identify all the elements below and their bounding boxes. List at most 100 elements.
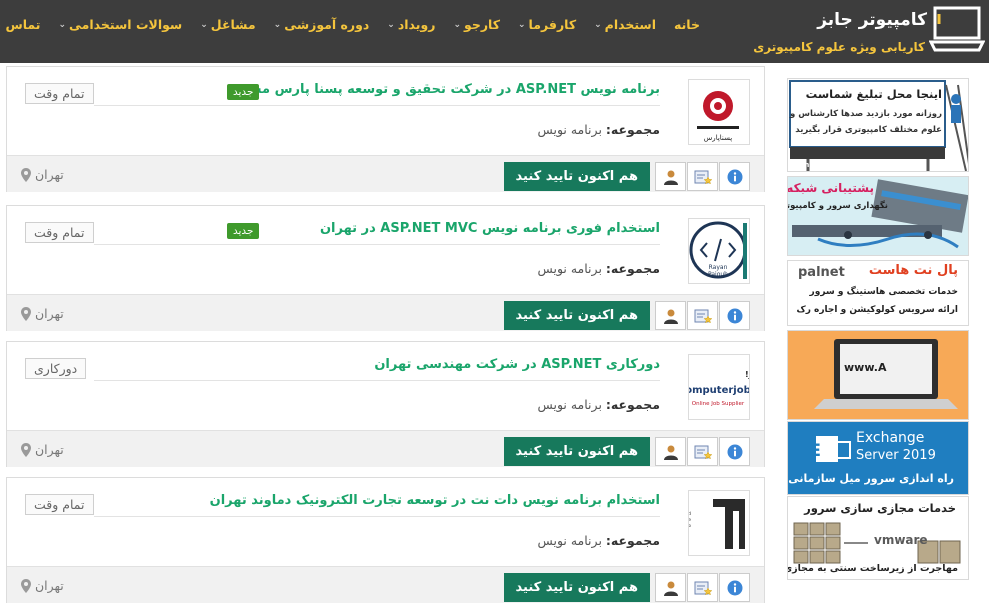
job-card: کامپیوتر جابز! computerjobs Online Job Sup… xyxy=(7,341,766,467)
job-type-tag: تمام وقت xyxy=(26,494,95,515)
title-divider xyxy=(95,105,661,106)
save-job-button[interactable] xyxy=(688,301,719,330)
site-logo[interactable]: کامپیوتر جابز کاریابی ویژه علوم کامپیوتر… xyxy=(754,4,990,60)
chevron-down-icon: ⌄ xyxy=(595,19,603,30)
category-value: برنامه نویس xyxy=(538,122,603,137)
chevron-down-icon: ⌄ xyxy=(274,19,283,30)
ad-banner-palnet-host[interactable]: palnet پال نت هاست خدمات تخصصی هاستینگ و… xyxy=(788,260,970,326)
user-icon xyxy=(664,309,679,324)
job-type-tag: تمام وقت xyxy=(26,83,95,104)
job-type-tag: تمام وقت xyxy=(26,222,95,243)
job-card-body: DamavandE-commerceDevelopment Co استخدام … xyxy=(8,478,765,566)
title-divider xyxy=(95,380,661,381)
nav-item[interactable]: دوره آموزشی ⌄ xyxy=(266,17,380,32)
apply-now-button[interactable]: هم اکنون تایید کنید xyxy=(504,573,651,602)
job-info-button[interactable] xyxy=(720,162,751,191)
ad6-caption: مهاجرت از زیرساخت سنتی به مجازی xyxy=(788,563,959,574)
ad2-subtitle: نگهداری سرور و کامپیوتر xyxy=(788,201,889,211)
ad-banner-website[interactable]: www.A xyxy=(788,330,970,420)
notepad-star-icon xyxy=(695,170,713,184)
svg-text:Rayan: Rayan xyxy=(710,264,729,271)
job-info-button[interactable] xyxy=(720,301,751,330)
apply-now-button[interactable]: هم اکنون تایید کنید xyxy=(504,437,651,466)
location-value: تهران xyxy=(36,306,65,321)
ad3-line1: خدمات تخصصی هاستینگ و سرور xyxy=(810,287,959,297)
employer-profile-button[interactable] xyxy=(656,437,687,466)
job-location: تهران xyxy=(22,306,65,321)
save-job-button[interactable] xyxy=(688,162,719,191)
ad-banner-advertise-here[interactable]: اینجا محل تبلیغ شماست روزانه مورد بازدید… xyxy=(788,78,970,172)
ad-banner-exchange-server[interactable]: E Exchange Server 2019 راه اندازی سرور م… xyxy=(788,421,970,495)
apply-now-button[interactable]: هم اکنون تایید کنید xyxy=(504,301,651,330)
job-card-actions: تهران هم اکنون تایید کنید xyxy=(8,155,765,192)
ad1-title: اینجا محل تبلیغ شماست xyxy=(806,87,943,101)
svg-text:Development Co: Development Co xyxy=(689,523,693,528)
title-divider xyxy=(95,516,661,517)
ad5-line1: Exchange xyxy=(857,430,926,446)
nav-item-label: سوالات استخدامی xyxy=(70,17,184,32)
user-icon xyxy=(664,445,679,460)
nav-item[interactable]: خانه xyxy=(666,17,710,32)
job-title-link[interactable]: استخدام فوری برنامه نویس ASP.NET MVC در … xyxy=(321,221,661,236)
ad2-title: پشتیبانی شبکه xyxy=(788,181,875,195)
laptop-icon xyxy=(815,339,959,409)
job-title-link[interactable]: برنامه نویس ASP.NET در شرکت تحقیق و توسع… xyxy=(234,82,661,97)
apply-now-button[interactable]: هم اکنون تایید کنید xyxy=(504,162,651,191)
ad6-brand: vmware xyxy=(875,533,929,547)
ad5-caption: راه اندازی سرور میل سازمانی xyxy=(789,472,955,485)
nav-item[interactable]: مشاغل ⌄ xyxy=(192,17,265,32)
chevron-down-icon: ⌄ xyxy=(519,19,527,30)
job-card: پسناپارس برنامه نویس ASP.NET در شرکت تحقی… xyxy=(7,66,766,192)
category-value: برنامه نویس xyxy=(538,261,603,276)
nav-item[interactable]: کارفرما ⌄ xyxy=(510,17,586,32)
nav-item[interactable]: تماس با ما⌄ xyxy=(0,17,50,32)
nav-item[interactable]: رویداد ⌄ xyxy=(379,17,445,32)
job-title-link[interactable]: دورکاری ASP.NET در شرکت مهندسی تهران xyxy=(375,357,661,372)
job-info-button[interactable] xyxy=(720,573,751,602)
category-label: مجموعه: xyxy=(606,533,661,548)
employer-profile-button[interactable] xyxy=(656,162,687,191)
job-card-body: Rayan Pajouh استخدام فوری برنامه نویس ASP.… xyxy=(8,206,765,294)
job-title-link[interactable]: استخدام برنامه نویس دات نت در توسعه تجار… xyxy=(211,493,661,508)
svg-text:computerjobs: computerjobs xyxy=(689,385,750,396)
chevron-down-icon: ⌄ xyxy=(201,19,209,30)
company-logo[interactable]: پسناپارس xyxy=(689,79,751,145)
job-location: تهران xyxy=(22,167,65,182)
job-card-body: کامپیوتر جابز! computerjobs Online Job Sup… xyxy=(8,342,765,430)
ad1-line2: علوم مختلف کامپیوتری قرار بگیرید xyxy=(796,125,943,135)
info-icon xyxy=(728,169,743,184)
nav-item[interactable]: استخدام ⌄ xyxy=(586,17,666,32)
category-label: مجموعه: xyxy=(606,261,661,276)
location-value: تهران xyxy=(36,442,65,457)
location-value: تهران xyxy=(36,167,65,182)
employer-profile-button[interactable] xyxy=(656,301,687,330)
job-location: تهران xyxy=(22,578,65,593)
new-badge: جدید xyxy=(228,223,261,239)
logo-subtitle: کاریابی ویژه علوم کامپیوتری xyxy=(754,40,926,54)
job-card: Rayan Pajouh استخدام فوری برنامه نویس ASP.… xyxy=(7,205,766,331)
category-value: برنامه نویس xyxy=(538,397,603,412)
logo-title: کامپیوتر جابز xyxy=(818,10,928,30)
exchange-logo-icon: E xyxy=(815,436,852,462)
company-logo[interactable]: DamavandE-commerceDevelopment Co xyxy=(689,490,751,556)
nav-item-label: دوره آموزشی xyxy=(285,17,371,32)
ad4-text: www.A xyxy=(845,361,888,374)
ad-banner-network-support[interactable]: پشتیبانی شبکه نگهداری سرور و کامپیوتر xyxy=(788,176,970,256)
job-type-tag: دورکاری xyxy=(26,358,88,379)
company-logo[interactable]: Rayan Pajouh xyxy=(689,218,751,284)
employer-profile-button[interactable] xyxy=(656,573,687,602)
info-icon xyxy=(728,580,743,595)
notepad-star-icon xyxy=(695,445,713,459)
ad-banner-virtualization[interactable]: خدمات مجازی سازی سرور vmware مهاجرت از ز… xyxy=(788,496,970,580)
notepad-star-icon xyxy=(695,309,713,323)
nav-item[interactable]: کارجو ⌄ xyxy=(445,17,510,32)
job-card-actions: تهران هم اکنون تایید کنید xyxy=(8,294,765,331)
company-logo[interactable]: کامپیوتر جابز! computerjobs Online Job Sup… xyxy=(689,354,751,420)
category-label: مجموعه: xyxy=(606,397,661,412)
save-job-button[interactable] xyxy=(688,437,719,466)
nav-item[interactable]: سوالات استخدامی ⌄ xyxy=(50,17,192,32)
job-card-body: پسناپارس برنامه نویس ASP.NET در شرکت تحقی… xyxy=(8,67,765,155)
job-info-button[interactable] xyxy=(720,437,751,466)
save-job-button[interactable] xyxy=(688,573,719,602)
job-card-actions: تهران هم اکنون تایید کنید xyxy=(8,566,765,603)
